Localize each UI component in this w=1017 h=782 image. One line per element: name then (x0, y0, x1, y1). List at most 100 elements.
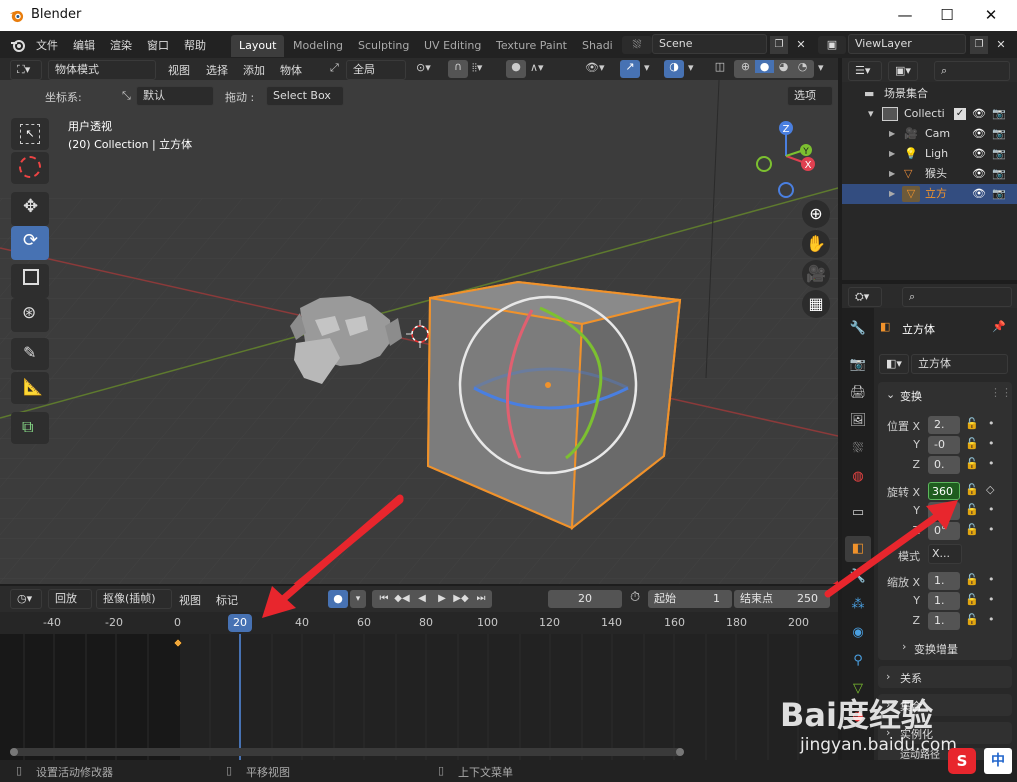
proportional-edit-icon[interactable]: ● (506, 60, 526, 78)
measure-tool[interactable]: 📐 (11, 372, 49, 404)
rendered-shading-icon[interactable]: ◔ (793, 60, 812, 73)
viewport-menu-view[interactable]: 视图 (168, 62, 190, 78)
object-name-field[interactable]: 立方体 (911, 354, 1008, 374)
xray-icon[interactable]: ◫ (710, 60, 730, 78)
frame-ruler[interactable]: -40 -20 0 20 40 60 80 100 120 140 160 18… (0, 612, 838, 634)
transform-tool[interactable]: ⊛ (11, 298, 49, 332)
lock-icon[interactable]: 🔓 (965, 523, 979, 536)
properties-search-input[interactable]: ⌕ (902, 287, 1012, 307)
scene-tab-icon[interactable]: ⛆ (845, 436, 871, 462)
blender-menu-icon[interactable] (10, 37, 26, 53)
expand-icon[interactable]: ▾ (868, 104, 874, 124)
new-view-layer-icon[interactable]: ❐ (970, 36, 988, 54)
tab-layout[interactable]: Layout (231, 35, 285, 57)
cursor-tool[interactable] (11, 152, 49, 184)
keyframe-dot-icon[interactable]: • (988, 593, 995, 606)
delete-scene-icon[interactable]: ✕ (792, 36, 810, 54)
falloff-icon[interactable]: ∧▾ (530, 61, 544, 74)
scale-z-field[interactable]: 1. (928, 612, 960, 630)
preview-range-icon[interactable]: ⏱ (630, 590, 640, 605)
lock-icon[interactable]: 🔓 (965, 593, 979, 606)
ortho-grid-icon[interactable]: ▦ (802, 290, 830, 318)
outliner-item-cube[interactable]: ▶ ▽ 立方 👁 📷 (842, 184, 1017, 204)
collapse-icon[interactable]: ▶ (889, 164, 895, 184)
timeline-menu-marker[interactable]: 标记 (216, 592, 238, 608)
camera-view-icon[interactable]: 🎥 (802, 260, 830, 288)
physics-tab-icon[interactable]: ◉ (845, 620, 871, 646)
lock-icon[interactable]: 🔓 (965, 457, 979, 470)
coord-system-selector[interactable]: 默认 (136, 86, 214, 106)
eye-icon[interactable]: 👁 (972, 124, 986, 144)
location-x-field[interactable]: 2. (928, 416, 960, 434)
outliner-item-monkey[interactable]: ▶ ▽ 猴头 👁 📷 (842, 164, 1017, 184)
new-scene-icon[interactable]: ❐ (770, 36, 788, 54)
outliner-editor-icon[interactable]: ☰▾ (848, 61, 882, 81)
view-layer-tab-icon[interactable]: 🖼 (845, 408, 871, 434)
sogou-ime-icon[interactable]: S (948, 748, 976, 774)
rotation-mode-selector[interactable]: X... (928, 544, 962, 564)
keying-menu[interactable]: 抠像(插帧) (96, 589, 172, 609)
transform-panel-title[interactable]: 变换 (900, 388, 922, 404)
outliner-item-camera[interactable]: ▶ 🎥 Cam 👁 📷 (842, 124, 1017, 144)
keyframe-dot-icon[interactable]: • (988, 573, 995, 586)
tab-uv-editing[interactable]: UV Editing (416, 35, 489, 57)
play-reverse-icon[interactable]: ◀ (413, 590, 431, 608)
overlay-menu-icon[interactable]: ▾ (688, 61, 694, 74)
annotate-tool[interactable]: ✎ (11, 338, 49, 370)
tab-shading[interactable]: Shadi (574, 35, 614, 57)
modifier-tab-icon[interactable]: 🔧 (845, 564, 871, 590)
lock-icon[interactable]: 🔓 (965, 437, 979, 450)
scale-y-field[interactable]: 1. (928, 592, 960, 610)
play-icon[interactable]: ▶ (433, 590, 451, 608)
scene-type-icon[interactable]: ⛆ (622, 36, 652, 54)
viewport-menu-add[interactable]: 添加 (243, 62, 265, 78)
keyframe-dot-icon[interactable]: • (988, 503, 995, 516)
pin-icon[interactable]: 📌 (992, 320, 1006, 333)
outliner-item-light[interactable]: ▶ 💡 Ligh 👁 📷 (842, 144, 1017, 164)
tab-sculpting[interactable]: Sculpting (350, 35, 417, 57)
object-tab-icon[interactable]: ◧ (845, 536, 871, 562)
timeline-editor-icon[interactable]: ◷▾ (10, 589, 42, 609)
ime-mode-indicator[interactable]: 中 (984, 748, 1012, 774)
collection-checkbox[interactable]: ✓ (954, 108, 966, 120)
viewport-menu-object[interactable]: 物体 (280, 62, 302, 78)
keying-options-icon[interactable]: ▾ (350, 590, 366, 608)
playhead-frame-badge[interactable]: 20 (228, 614, 252, 632)
render-camera-icon[interactable]: 📷 (992, 164, 1006, 184)
scale-tool[interactable] (11, 264, 49, 298)
transform-orientation-selector[interactable]: 全局 (346, 60, 406, 80)
minimize-button[interactable]: — (890, 4, 920, 26)
outliner-scene-collection[interactable]: ▬ 场景集合 (842, 84, 1017, 104)
collapse-icon[interactable]: ▶ (889, 184, 895, 204)
end-frame-field[interactable]: 结束点 250 (734, 590, 830, 608)
object-type-icon[interactable]: ◧▾ (879, 354, 909, 374)
tool-tab-icon[interactable]: 🔧 (845, 316, 871, 342)
3d-viewport[interactable]: ⛶▾ 物体模式 视图 选择 添加 物体 ⤢ 全局 ⊙▾ ∩ ⦙⦙▾ ● ∧▾ 👁… (0, 58, 838, 584)
collapse-icon[interactable]: ▶ (889, 124, 895, 144)
render-camera-icon[interactable]: 📷 (992, 184, 1006, 204)
select-box-tool[interactable]: ↖ (11, 118, 49, 150)
visibility-icon[interactable]: 👁▾ (585, 61, 605, 74)
rotation-z-field[interactable]: 0° (928, 522, 960, 540)
options-button[interactable]: 选项 (787, 86, 833, 106)
render-camera-icon[interactable]: 📷 (992, 124, 1006, 144)
collapse-icon[interactable]: ▶ (889, 144, 895, 164)
render-camera-icon[interactable]: 📷 (992, 104, 1006, 124)
lock-icon[interactable]: 🔓 (965, 483, 979, 496)
prev-keyframe-icon[interactable]: ◆◀ (393, 590, 411, 608)
next-keyframe-icon[interactable]: ▶◆ (451, 590, 471, 608)
eye-icon[interactable]: 👁 (972, 164, 986, 184)
collection-tab-icon[interactable]: ▭ (845, 500, 871, 526)
rotate-tool[interactable]: ⟳ (11, 226, 49, 260)
menu-help[interactable]: 帮助 (184, 37, 206, 53)
gizmo-menu-icon[interactable]: ▾ (644, 61, 650, 74)
solid-shading-icon[interactable]: ● (755, 60, 774, 73)
start-frame-field[interactable]: 起始 1 (648, 590, 732, 608)
eye-icon[interactable]: 👁 (972, 144, 986, 164)
mode-selector[interactable]: 物体模式 (48, 60, 156, 80)
lock-icon[interactable]: 🔓 (965, 573, 979, 586)
pan-hand-icon[interactable]: ✋ (802, 230, 830, 258)
eye-icon[interactable]: 👁 (972, 104, 986, 124)
menu-render[interactable]: 渲染 (110, 37, 132, 53)
current-frame-field[interactable]: 20 (548, 590, 622, 608)
